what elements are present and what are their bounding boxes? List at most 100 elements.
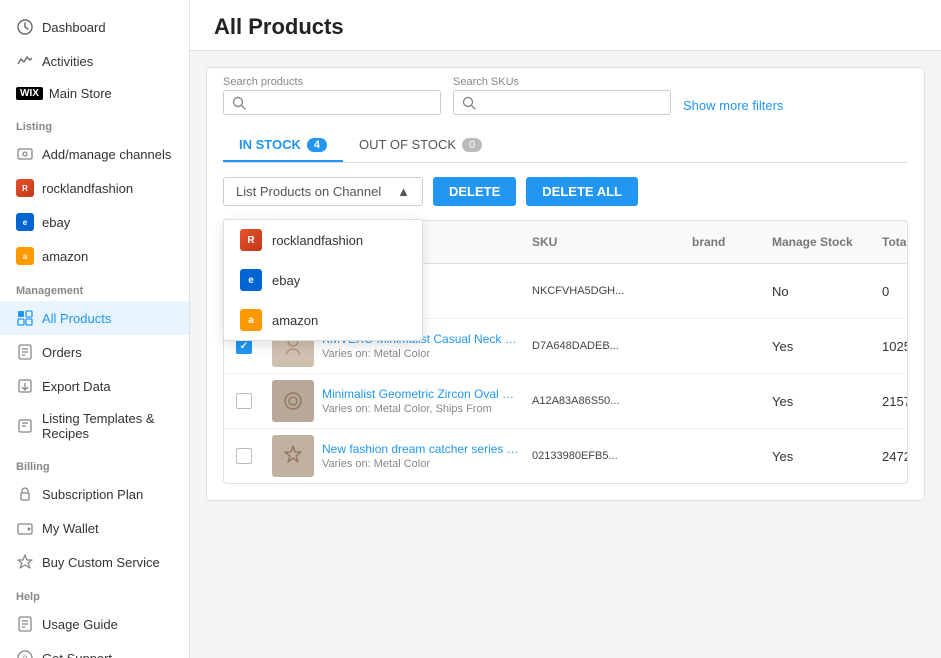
tab-out-of-stock-label: OUT OF STOCK: [359, 137, 456, 152]
sidebar-item-dashboard[interactable]: Dashboard: [0, 10, 189, 44]
listing-templates-icon: [16, 417, 34, 435]
dashboard-label: Dashboard: [42, 20, 106, 35]
sidebar-item-listing-templates[interactable]: Listing Templates & Recipes: [0, 403, 189, 449]
tab-in-stock[interactable]: IN STOCK 4: [223, 129, 343, 162]
wix-badge: WIX: [16, 87, 43, 100]
page-header: All Products: [190, 0, 941, 51]
all-products-icon: [16, 309, 34, 327]
dropdown-item-ebay[interactable]: e ebay: [224, 260, 422, 300]
row-3-manage-stock: Yes: [772, 394, 793, 409]
row-4-checkbox[interactable]: [236, 448, 252, 464]
sidebar-item-ebay[interactable]: e ebay: [0, 205, 189, 239]
listing-section-label: Listing: [0, 109, 189, 137]
sidebar-item-amazon[interactable]: a amazon: [0, 239, 189, 273]
search-input[interactable]: [252, 95, 432, 110]
add-manage-icon: [16, 145, 34, 163]
row-1-manage-stock-col: No: [764, 264, 874, 318]
sidebar-item-orders[interactable]: Orders: [0, 335, 189, 369]
row-3-product-name[interactable]: Minimalist Geometric Zircon Oval Ea...: [322, 387, 522, 401]
my-wallet-label: My Wallet: [42, 521, 99, 536]
row-1-sku-col: NKCFVHA5DGH...: [524, 264, 684, 318]
amazon-label: amazon: [42, 249, 88, 264]
sidebar-item-rocklandfashion[interactable]: R rocklandfashion: [0, 171, 189, 205]
sidebar-item-get-support[interactable]: ? Get Support: [0, 641, 189, 658]
activities-icon: [16, 52, 34, 70]
toolbar-row: List Products on Channel ▲ R rocklandfas…: [223, 177, 908, 206]
search-skus-wrap: [453, 90, 671, 115]
dropdown-amazon-label: amazon: [272, 313, 318, 328]
dropdown-item-rocklandfashion[interactable]: R rocklandfashion: [224, 220, 422, 260]
rocklandfashion-dropdown-icon: R: [240, 229, 262, 251]
row-1-total: 0: [882, 284, 889, 299]
search-sku-input[interactable]: [482, 95, 662, 110]
get-support-label: Get Support: [42, 651, 112, 658]
rocklandfashion-label: rocklandfashion: [42, 181, 133, 196]
wix-main-store[interactable]: WIX Main Store: [0, 78, 189, 109]
search-products-label: Search products: [223, 76, 303, 88]
sidebar-item-all-products[interactable]: All Products: [0, 301, 189, 335]
show-more-filters-link[interactable]: Show more filters: [683, 98, 783, 113]
sidebar-item-buy-custom[interactable]: Buy Custom Service: [0, 545, 189, 579]
row-2-sku-col: D7A648DADEB...: [524, 319, 684, 373]
row-4-manage-stock: Yes: [772, 449, 793, 464]
row-3-checkbox[interactable]: [236, 393, 252, 409]
products-card: Search products Search SKUs Show more fi…: [206, 67, 925, 501]
export-data-icon: [16, 377, 34, 395]
amazon-icon: a: [16, 247, 34, 265]
row-1-sku: NKCFVHA5DGH...: [532, 285, 624, 297]
chevron-up-icon: ▲: [397, 184, 410, 199]
sidebar-item-add-manage[interactable]: Add/manage channels: [0, 137, 189, 171]
row-4-product-name[interactable]: New fashion dream catcher series J...: [322, 442, 522, 456]
sidebar-item-usage-guide[interactable]: Usage Guide: [0, 607, 189, 641]
tab-in-stock-badge: 4: [307, 138, 327, 152]
row-3-product-variant: Varies on: Metal Color, Ships From: [322, 403, 522, 415]
row-3-thumbnail: [272, 380, 314, 422]
main-store-label: Main Store: [49, 86, 112, 101]
sidebar-item-my-wallet[interactable]: My Wallet: [0, 511, 189, 545]
row-3-manage-stock-col: Yes: [764, 374, 874, 428]
row-4-product-info: New fashion dream catcher series J... Va…: [322, 442, 522, 470]
search-icon: [232, 96, 246, 110]
orders-label: Orders: [42, 345, 82, 360]
sidebar-item-subscription[interactable]: Subscription Plan: [0, 477, 189, 511]
activities-label: Activities: [42, 54, 93, 69]
channel-dropdown-label: List Products on Channel: [236, 184, 381, 199]
tab-in-stock-label: IN STOCK: [239, 137, 301, 152]
rocklandfashion-icon: R: [16, 179, 34, 197]
row-2-total-col: 10259: [874, 319, 908, 373]
row-2-manage-stock: Yes: [772, 339, 793, 354]
delete-button[interactable]: DELETE: [433, 177, 516, 206]
sidebar-item-export-data[interactable]: Export Data: [0, 369, 189, 403]
search-products-field: Search products: [223, 90, 441, 115]
content-area: Search products Search SKUs Show more fi…: [190, 51, 941, 658]
search-sku-icon: [462, 96, 476, 110]
row-2-total: 10259: [882, 339, 908, 354]
help-section-label: Help: [0, 579, 189, 607]
row-4-manage-stock-col: Yes: [764, 429, 874, 483]
tab-out-of-stock[interactable]: OUT OF STOCK 0: [343, 129, 498, 162]
col-sku: SKU: [524, 229, 684, 255]
ebay-label: ebay: [42, 215, 70, 230]
dropdown-item-amazon[interactable]: a amazon: [224, 300, 422, 340]
row-3-checkbox-col: [224, 374, 264, 428]
row-3-product-info: Minimalist Geometric Zircon Oval Ea... V…: [322, 387, 522, 415]
wallet-icon: [16, 519, 34, 537]
usage-guide-icon: [16, 615, 34, 633]
row-4-checkbox-col: [224, 429, 264, 483]
table-row: Minimalist Geometric Zircon Oval Ea... V…: [224, 374, 907, 429]
channel-dropdown[interactable]: List Products on Channel ▲: [223, 177, 423, 206]
col-brand: brand: [684, 229, 764, 255]
delete-all-button[interactable]: DELETE ALL: [526, 177, 638, 206]
get-support-icon: ?: [16, 649, 34, 658]
all-products-label: All Products: [42, 311, 111, 326]
add-manage-label: Add/manage channels: [42, 147, 171, 162]
dropdown-rocklandfashion-label: rocklandfashion: [272, 233, 363, 248]
row-4-product-variant: Varies on: Metal Color: [322, 458, 522, 470]
filters-row: Search products Search SKUs Show more fi…: [223, 84, 908, 115]
channel-dropdown-menu: R rocklandfashion e ebay a amazon: [223, 219, 423, 341]
sidebar-item-activities[interactable]: Activities: [0, 44, 189, 78]
row-2-manage-stock-col: Yes: [764, 319, 874, 373]
row-4-brand-col: [684, 429, 764, 483]
row-3-sku-col: A12A83A86S50...: [524, 374, 684, 428]
row-2-brand-col: [684, 319, 764, 373]
